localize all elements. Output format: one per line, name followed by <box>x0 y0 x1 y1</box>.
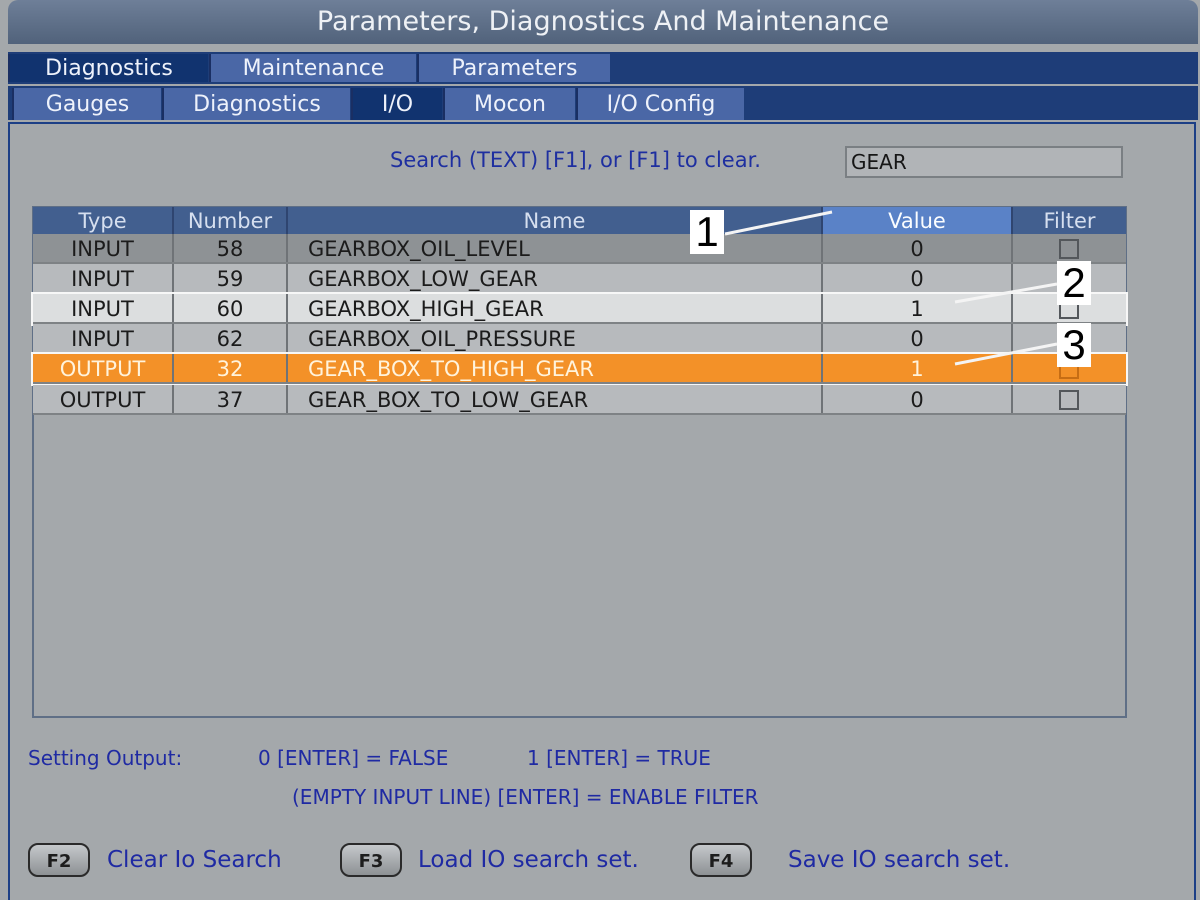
header-name[interactable]: Name <box>288 207 823 234</box>
f2-key-button[interactable]: F2 <box>28 843 90 877</box>
table-row[interactable]: OUTPUT 37 GEAR_BOX_TO_LOW_GEAR 0 <box>33 385 1126 415</box>
row-type: INPUT <box>33 234 174 264</box>
setting-output-label: Setting Output: <box>28 746 183 770</box>
tab-mocon[interactable]: Mocon <box>443 88 575 120</box>
tab-gauges[interactable]: Gauges <box>12 88 161 120</box>
header-number[interactable]: Number <box>174 207 288 234</box>
filter-checkbox[interactable] <box>1059 239 1079 259</box>
tab-maintenance[interactable]: Maintenance <box>209 54 416 82</box>
false-hint: 0 [ENTER] = FALSE <box>258 746 449 770</box>
row-name: GEARBOX_OIL_PRESSURE <box>288 324 823 354</box>
row-number: 32 <box>174 354 288 384</box>
row-name: GEAR_BOX_TO_HIGH_GEAR <box>288 354 823 384</box>
row-number: 37 <box>174 385 288 415</box>
row-value: 1 <box>823 354 1013 384</box>
row-number: 62 <box>174 324 288 354</box>
table-row[interactable]: INPUT 60 GEARBOX_HIGH_GEAR 1 <box>33 294 1126 324</box>
table-row[interactable]: INPUT 59 GEARBOX_LOW_GEAR 0 <box>33 264 1126 294</box>
table-row[interactable]: OUTPUT 32 GEAR_BOX_TO_HIGH_GEAR 1 <box>33 354 1126 384</box>
header-filter[interactable]: Filter <box>1013 207 1126 234</box>
row-name: GEARBOX_OIL_LEVEL <box>288 234 823 264</box>
row-divider <box>33 382 1126 384</box>
tab-diagnostics-primary[interactable]: Diagnostics <box>8 54 208 82</box>
f3-key-label: Load IO search set. <box>418 847 639 873</box>
search-input[interactable] <box>845 146 1123 178</box>
row-type: INPUT <box>33 264 174 294</box>
row-number: 60 <box>174 294 288 324</box>
callout-2: 2 <box>1057 261 1091 305</box>
row-divider <box>33 413 1126 415</box>
tab-diagnostics[interactable]: Diagnostics <box>162 88 350 120</box>
row-type: OUTPUT <box>33 354 174 384</box>
f2-key-label: Clear Io Search <box>107 847 282 873</box>
primary-tab-bar: Diagnostics Maintenance Parameters <box>8 52 1198 84</box>
row-name: GEAR_BOX_TO_LOW_GEAR <box>288 385 823 415</box>
secondary-tab-bar: Gauges Diagnostics I/O Mocon I/O Config <box>8 86 1198 120</box>
row-number: 59 <box>174 264 288 294</box>
filter-hint: (EMPTY INPUT LINE) [ENTER] = ENABLE FILT… <box>292 785 759 809</box>
tab-io-config[interactable]: I/O Config <box>576 88 744 120</box>
header-value[interactable]: Value <box>823 207 1013 234</box>
header-type[interactable]: Type <box>33 207 174 234</box>
tab-parameters[interactable]: Parameters <box>417 54 610 82</box>
row-name: GEARBOX_LOW_GEAR <box>288 264 823 294</box>
row-filter <box>1013 385 1126 415</box>
row-type: INPUT <box>33 324 174 354</box>
window-frame: Parameters, Diagnostics And Maintenance … <box>0 0 1200 900</box>
tab-io[interactable]: I/O <box>351 88 442 120</box>
filter-checkbox[interactable] <box>1059 390 1079 410</box>
row-value: 1 <box>823 294 1013 324</box>
true-hint: 1 [ENTER] = TRUE <box>527 746 711 770</box>
row-value: 0 <box>823 385 1013 415</box>
callout-1: 1 <box>690 210 724 254</box>
table-row[interactable]: INPUT 62 GEARBOX_OIL_PRESSURE 0 <box>33 324 1126 354</box>
table-row[interactable]: INPUT 58 GEARBOX_OIL_LEVEL 0 <box>33 234 1126 264</box>
row-type: OUTPUT <box>33 385 174 415</box>
row-value: 0 <box>823 234 1013 264</box>
row-number: 58 <box>174 234 288 264</box>
search-label: Search (TEXT) [F1], or [F1] to clear. <box>390 148 761 172</box>
callout-3: 3 <box>1057 323 1091 367</box>
f3-key-button[interactable]: F3 <box>340 843 402 877</box>
row-type: INPUT <box>33 294 174 324</box>
table-header: Type Number Name Value Filter <box>33 207 1126 234</box>
window-title: Parameters, Diagnostics And Maintenance <box>8 0 1198 44</box>
row-value: 0 <box>823 324 1013 354</box>
row-name: GEARBOX_HIGH_GEAR <box>288 294 823 324</box>
f4-key-button[interactable]: F4 <box>690 843 752 877</box>
f4-key-label: Save IO search set. <box>788 847 1011 873</box>
row-value: 0 <box>823 264 1013 294</box>
